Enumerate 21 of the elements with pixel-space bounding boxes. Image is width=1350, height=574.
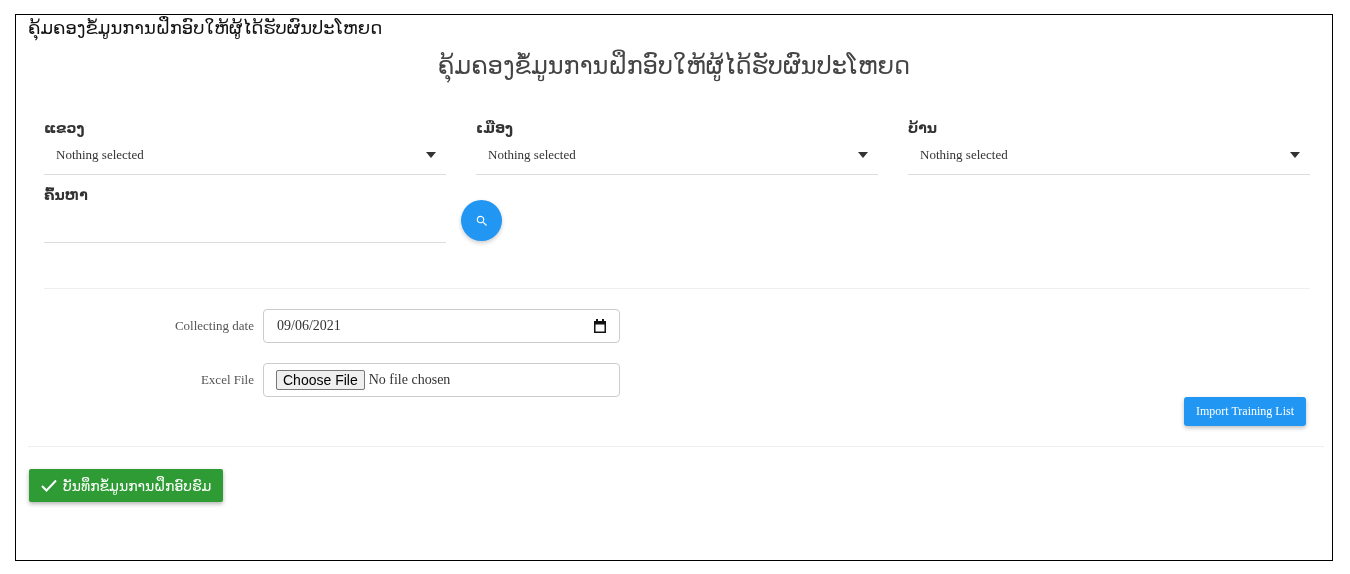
choose-file-button[interactable]: Choose File	[276, 370, 365, 390]
filter-label: ເມືອງ	[476, 120, 515, 136]
caret-icon	[426, 152, 436, 158]
search-label: ຄົ້ນຫາ	[44, 187, 89, 203]
date-label: Collecting date	[173, 318, 254, 334]
check-icon	[41, 479, 57, 492]
filter-label: ແຂວງ	[44, 120, 86, 136]
file-status: No file chosen	[368, 372, 451, 388]
filter-label: ບ້ານ	[908, 120, 938, 136]
date-field[interactable]: 09/06/2021	[263, 309, 620, 343]
file-field[interactable]: Choose File No file chosen	[263, 363, 620, 397]
caret-icon	[1290, 152, 1300, 158]
dropdown[interactable]: Nothing selected	[908, 136, 1310, 175]
file-label: Excel File	[199, 372, 254, 388]
search-button[interactable]	[461, 200, 502, 241]
caret-icon	[858, 152, 868, 158]
save-button[interactable]: ບັນທຶກຂໍ້ມູນການຝຶກອົບຮົມ	[29, 469, 224, 502]
calendar-icon	[593, 318, 607, 334]
search-icon	[474, 213, 489, 228]
dropdown[interactable]: Nothing selected	[44, 136, 446, 175]
dropdown[interactable]: Nothing selected	[476, 136, 878, 175]
